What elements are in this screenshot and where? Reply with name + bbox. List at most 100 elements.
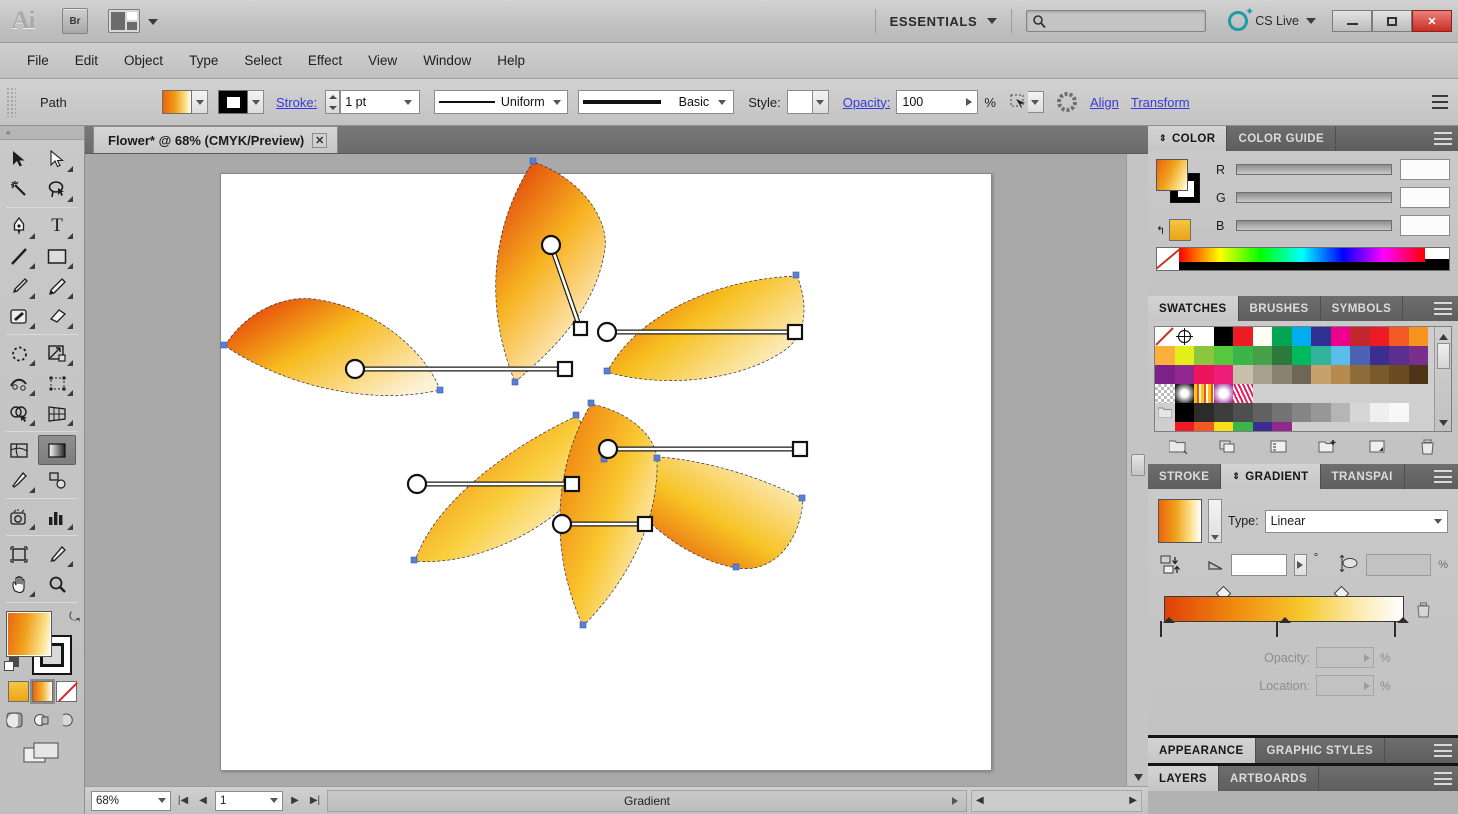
swatch-pattern-stripe[interactable] — [1194, 384, 1214, 403]
gradient-stop-start[interactable] — [1160, 617, 1175, 639]
menu-object[interactable]: Object — [111, 49, 176, 72]
swap-fill-stroke-icon[interactable]: ⤿ — [69, 609, 80, 625]
swatch[interactable] — [1233, 327, 1253, 346]
swatch[interactable] — [1350, 346, 1370, 365]
tab-gradient[interactable]: ⇕ GRADIENT — [1221, 464, 1321, 489]
type-tool[interactable]: T — [38, 211, 76, 241]
swatch-group-folder-icon[interactable] — [1155, 403, 1175, 422]
graphic-style-swatch[interactable] — [786, 90, 813, 114]
document-tab[interactable]: Flower* @ 68% (CMYK/Preview) ✕ — [93, 126, 339, 153]
hue-ramp[interactable] — [1179, 248, 1425, 270]
cs-live-menu[interactable]: CS Live — [1228, 5, 1316, 31]
status-flyout-icon[interactable] — [952, 796, 958, 805]
gradient-stop-middle[interactable] — [1276, 617, 1291, 639]
new-color-group-icon[interactable] — [1316, 437, 1340, 457]
gradient-stop-end[interactable] — [1394, 617, 1409, 639]
channel-value-r[interactable] — [1400, 159, 1450, 180]
brush-definition-combo[interactable]: Basic — [578, 90, 735, 114]
swatch[interactable] — [1330, 365, 1350, 384]
swatch[interactable] — [1155, 365, 1175, 384]
canvas-horizontal-scrollbar[interactable]: ◀ ▶ — [971, 789, 1454, 812]
last-color-icon[interactable]: ↰ — [1156, 224, 1165, 237]
swatch[interactable] — [1252, 346, 1272, 365]
swatch[interactable] — [1233, 365, 1253, 384]
scroll-up-icon[interactable] — [1438, 329, 1448, 343]
canvas-area[interactable] — [85, 154, 1148, 786]
swatch[interactable] — [1311, 346, 1331, 365]
isolate-selection-control[interactable] — [1008, 91, 1044, 113]
swatch-group-folder-icon[interactable] — [1155, 422, 1175, 431]
gradient-location-field[interactable] — [1316, 675, 1374, 696]
scale-tool[interactable] — [38, 338, 76, 368]
swatch[interactable] — [1272, 327, 1292, 346]
swatch[interactable] — [1350, 365, 1370, 384]
delete-gradient-stop-icon[interactable] — [1416, 602, 1431, 621]
hand-tool[interactable] — [0, 569, 38, 599]
color-panel-flyout-icon[interactable] — [1434, 132, 1452, 145]
arrange-documents-icon[interactable] — [108, 9, 140, 33]
first-artboard-button[interactable]: |◀ — [175, 791, 191, 811]
draw-behind-icon[interactable] — [31, 710, 53, 730]
blob-brush-tool[interactable] — [0, 301, 38, 331]
magic-wand-tool[interactable] — [0, 174, 38, 204]
swatch[interactable] — [1213, 327, 1233, 346]
pencil-tool[interactable] — [38, 271, 76, 301]
scroll-right-icon[interactable]: ▶ — [1129, 795, 1137, 806]
swatch[interactable] — [1350, 403, 1370, 422]
tab-graphic-styles[interactable]: GRAPHIC STYLES — [1255, 738, 1386, 763]
swatch-pattern-squiggle[interactable] — [1233, 384, 1253, 403]
none-button[interactable] — [55, 681, 77, 702]
swatch[interactable] — [1311, 327, 1331, 346]
selection-tool[interactable] — [0, 144, 38, 174]
eraser-tool[interactable] — [38, 301, 76, 331]
swatch-libraries-menu-icon[interactable] — [1167, 437, 1191, 457]
variable-width-profile-combo[interactable]: Uniform — [434, 90, 569, 114]
control-bar-grip[interactable] — [6, 87, 16, 117]
channel-slider-r[interactable] — [1236, 164, 1392, 175]
blend-tool[interactable] — [38, 465, 76, 495]
channel-value-b[interactable] — [1400, 215, 1450, 236]
gradient-button[interactable] — [31, 681, 53, 702]
swatch[interactable] — [1252, 327, 1272, 346]
maximize-button[interactable] — [1372, 10, 1412, 32]
fill-stroke-indicator[interactable]: ⤿ — [4, 609, 82, 675]
zoom-tool[interactable] — [38, 569, 76, 599]
opacity-label[interactable]: Opacity: — [843, 95, 891, 110]
stroke-weight-combo[interactable]: 1 pt — [340, 90, 421, 114]
swatch[interactable] — [1194, 365, 1214, 384]
color-fill-stroke-proxy[interactable] — [1156, 159, 1200, 203]
recolor-artwork-icon[interactable] — [1056, 91, 1078, 113]
swatch[interactable] — [1213, 403, 1233, 422]
rotate-tool[interactable] — [0, 338, 38, 368]
swatch[interactable] — [1389, 346, 1409, 365]
graphic-style-dropdown-icon[interactable] — [812, 90, 829, 114]
search-input[interactable] — [1026, 10, 1207, 32]
swatch[interactable] — [1194, 422, 1214, 431]
swatch-none[interactable] — [1155, 327, 1175, 346]
swatch[interactable] — [1213, 346, 1233, 365]
swatch[interactable] — [1311, 403, 1331, 422]
canvas-vertical-scrollbar[interactable] — [1126, 154, 1148, 786]
stroke-weight-stepper[interactable] — [325, 90, 341, 114]
gradient-slider[interactable] — [1158, 584, 1448, 640]
swatch-pattern-checker[interactable] — [1155, 384, 1175, 403]
menu-window[interactable]: Window — [410, 49, 484, 72]
minimize-button[interactable] — [1332, 10, 1372, 32]
menu-file[interactable]: File — [14, 49, 62, 72]
zoom-level-combo[interactable]: 68% — [91, 790, 171, 811]
tab-brushes[interactable]: BRUSHES — [1238, 296, 1321, 321]
direct-selection-tool[interactable] — [38, 144, 76, 174]
swatch[interactable] — [1174, 346, 1194, 365]
go-to-bridge-button[interactable]: Br — [62, 8, 88, 34]
opacity-field[interactable]: 100 — [896, 90, 979, 114]
artwork-flower[interactable] — [85, 154, 1148, 786]
artboard-tool[interactable] — [0, 539, 38, 569]
color-spectrum-bar[interactable] — [1156, 247, 1450, 271]
tab-stroke[interactable]: STROKE — [1148, 464, 1222, 489]
shape-builder-tool[interactable] — [0, 398, 38, 428]
close-icon[interactable]: ✕ — [312, 132, 328, 148]
workspace-switcher[interactable]: ESSENTIALS — [890, 14, 998, 29]
graphic-style-control[interactable] — [786, 90, 829, 114]
tab-color-guide[interactable]: COLOR GUIDE — [1227, 126, 1337, 151]
tab-appearance[interactable]: APPEARANCE — [1148, 738, 1256, 763]
